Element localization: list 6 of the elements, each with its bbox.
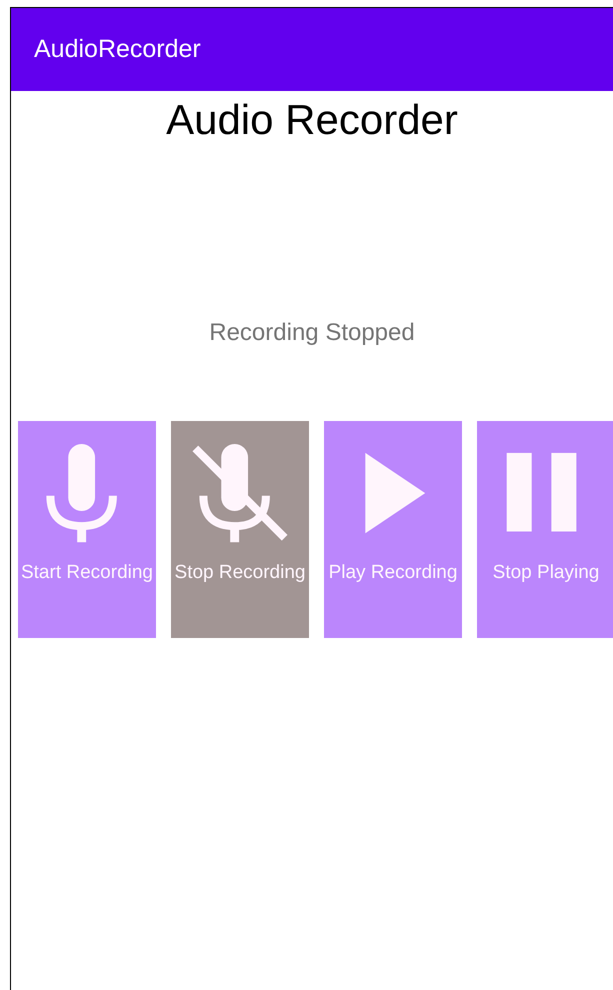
tile-button[interactable]: Stop Playing [477, 421, 613, 638]
tile-button[interactable]: Play Recording [324, 421, 462, 638]
app-title: AudioRecorder [34, 34, 201, 65]
status-text: Recording Stopped [208, 318, 416, 348]
tile-button[interactable]: Start Recording [18, 421, 156, 638]
page-heading: Audio Recorder [165, 95, 459, 145]
